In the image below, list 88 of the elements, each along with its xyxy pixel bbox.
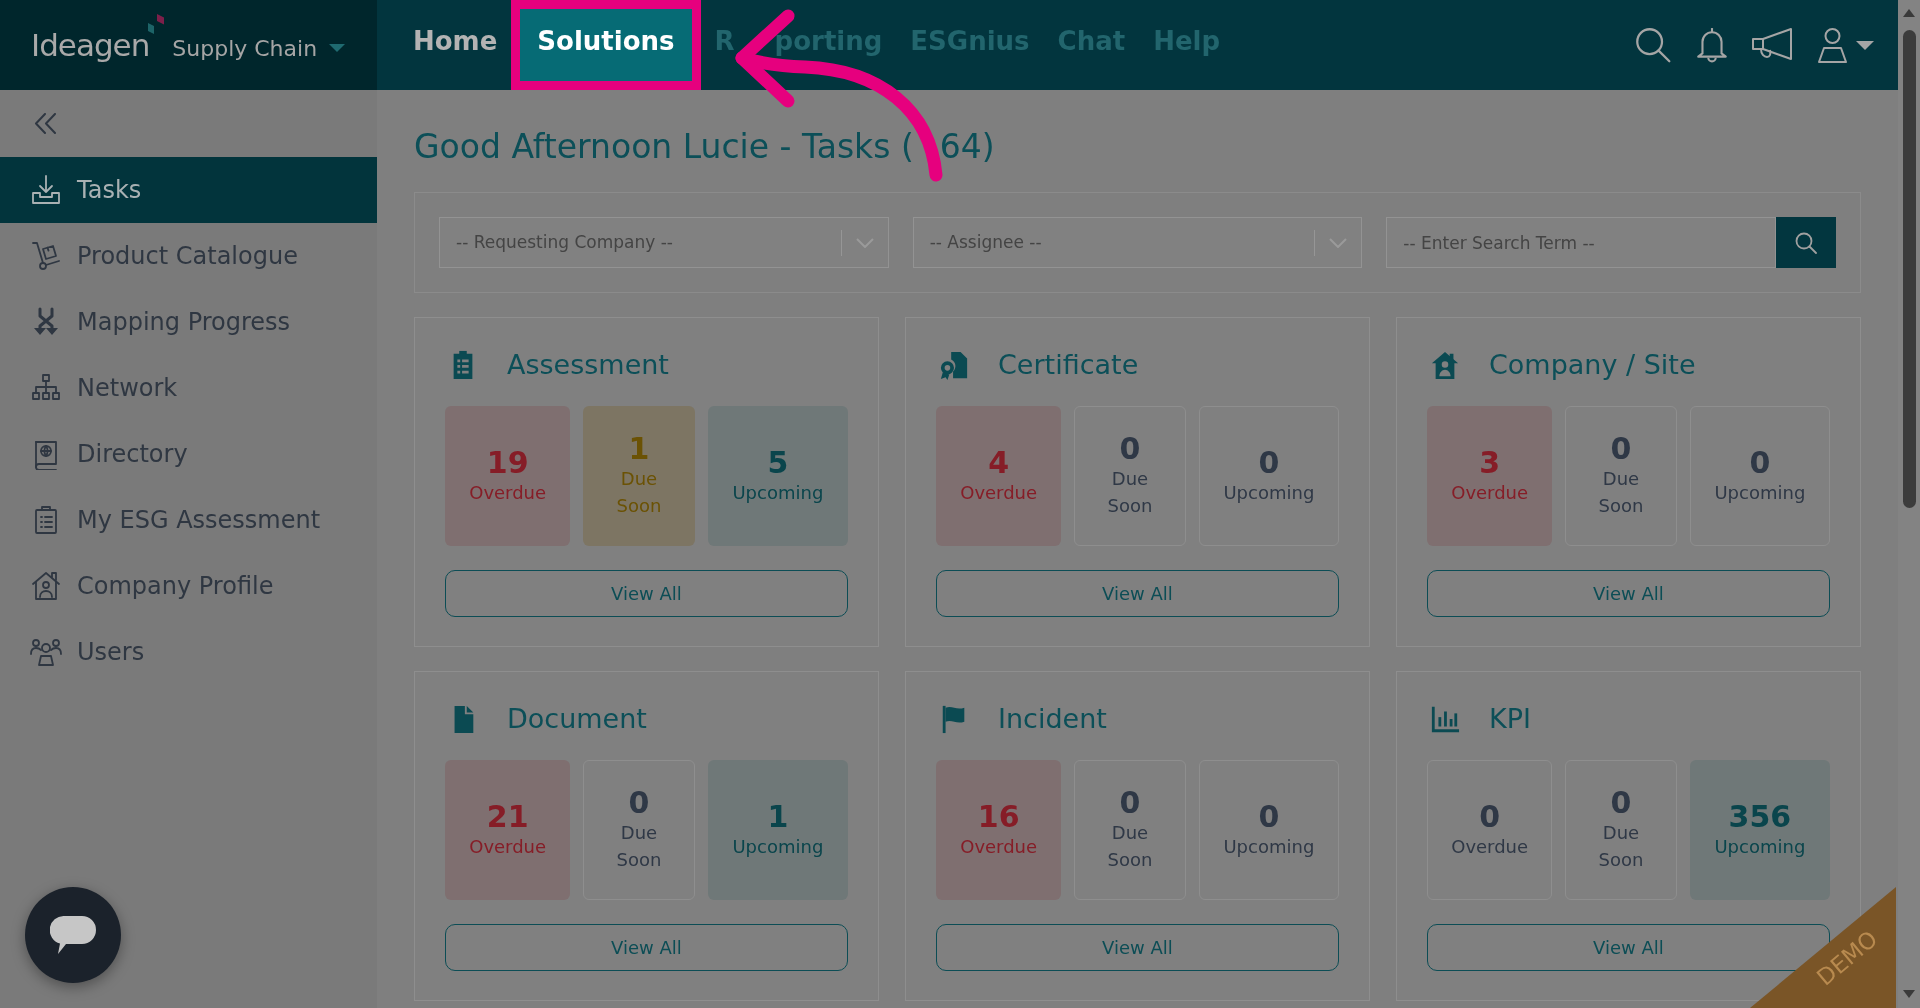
house-person-icon [1430,350,1460,380]
view-all-button[interactable]: View All [936,570,1339,617]
card-title: Assessment [507,348,669,382]
stat-label: Upcoming [1714,834,1806,859]
caret-down-icon [329,44,346,52]
tray-download-icon [30,174,62,206]
count-value: 0 [1119,433,1141,465]
speech-bubble-icon [50,916,96,954]
logo-mark-icon [148,14,165,34]
count-value: 3 [1479,446,1501,479]
sidebar-item[interactable]: Users [0,619,377,685]
house-person-icon [30,570,62,602]
count-value: 0 [1610,433,1632,465]
brand-name: Ideagen [31,29,150,61]
sidebar-item[interactable]: Tasks [0,157,377,223]
search-icon [1795,231,1817,254]
count-value: 5 [767,446,789,479]
stat-label: Due Soon [1598,467,1644,518]
count-value: 0 [628,787,650,819]
stat-label: Upcoming [1714,480,1806,505]
hand-truck-icon [30,240,62,272]
stat-label: Upcoming [732,834,824,859]
count-value: 1 [628,433,650,465]
scrollbar[interactable] [1898,0,1920,1008]
stat-label: Overdue [469,834,547,859]
view-all-button[interactable]: View All [1427,570,1830,617]
users-icon [30,636,62,668]
file-award-icon [939,350,969,380]
count-value: 16 [977,800,1020,833]
count-value: 356 [1728,800,1792,833]
card-title: Document [507,702,647,736]
nav-link[interactable]: Home [399,0,512,90]
card-title: Company / Site [1489,348,1696,382]
sidebar-item[interactable]: Mapping Progress [0,289,377,355]
scroll-down-icon[interactable] [1903,990,1915,998]
card-title: KPI [1489,702,1531,736]
card-title: Incident [998,702,1107,736]
sidebar-item[interactable]: Product Catalogue [0,223,377,289]
collapse-chevrons-icon[interactable] [34,113,57,134]
user-icon [1817,27,1848,63]
sidebar-item[interactable]: Company Profile [0,553,377,619]
count-value: 0 [1258,446,1280,479]
count-value: 4 [988,446,1010,479]
dropdown[interactable]: -- Requesting Company -- [439,217,889,268]
stat-label: Upcoming [1223,480,1315,505]
search-button[interactable] [1776,217,1836,268]
view-all-button[interactable]: View All [445,570,848,617]
stat-label: Due Soon [1107,821,1153,872]
sidebar-item[interactable]: Network [0,355,377,421]
sidebar-item[interactable]: My ESG Assessment [0,487,377,553]
megaphone-icon[interactable] [1751,27,1793,63]
bar-chart-icon [1430,704,1460,734]
nav-link[interactable]: Solutions [511,0,701,90]
sidebar-item[interactable]: Directory [0,421,377,487]
stat-label: Due Soon [616,821,662,872]
stat-label: Overdue [469,480,547,505]
stat-label: Due Soon [616,467,662,518]
scrollbar-thumb[interactable] [1902,30,1916,508]
count-value: 0 [1119,787,1141,819]
caret-down-icon [1856,40,1874,50]
search-icon[interactable] [1635,27,1671,63]
stat-label: Overdue [1451,834,1529,859]
count-value: 0 [1479,800,1501,833]
count-value: 21 [486,800,529,833]
card-title: Certificate [998,348,1139,382]
stat-label: Due Soon [1107,467,1153,518]
page-title: Good Afternoon Lucie - Tasks ( 64) [414,127,995,167]
stat-label: Overdue [960,834,1038,859]
product-switcher[interactable]: Supply Chain [172,31,346,65]
stat-label: Overdue [1451,480,1529,505]
view-all-button[interactable]: View All [936,924,1339,971]
view-all-button[interactable]: View All [445,924,848,971]
scroll-up-icon[interactable] [1903,9,1915,17]
user-menu-button[interactable] [1817,27,1874,63]
count-value: 1 [767,800,789,833]
search-field[interactable]: -- Enter Search Term -- [1386,217,1776,268]
chevron-down-icon [1329,237,1348,248]
count-value: 0 [1749,446,1771,479]
stat-label: Due Soon [1598,821,1644,872]
bell-icon[interactable] [1695,27,1729,63]
stat-label: Upcoming [732,480,824,505]
count-value: 0 [1258,800,1280,833]
stat-label: Upcoming [1223,834,1315,859]
count-value: 0 [1610,787,1632,819]
stat-label: Overdue [960,480,1038,505]
count-value: 19 [486,446,529,479]
chevron-down-icon [855,237,874,248]
dropdown[interactable]: -- Assignee -- [912,217,1363,268]
